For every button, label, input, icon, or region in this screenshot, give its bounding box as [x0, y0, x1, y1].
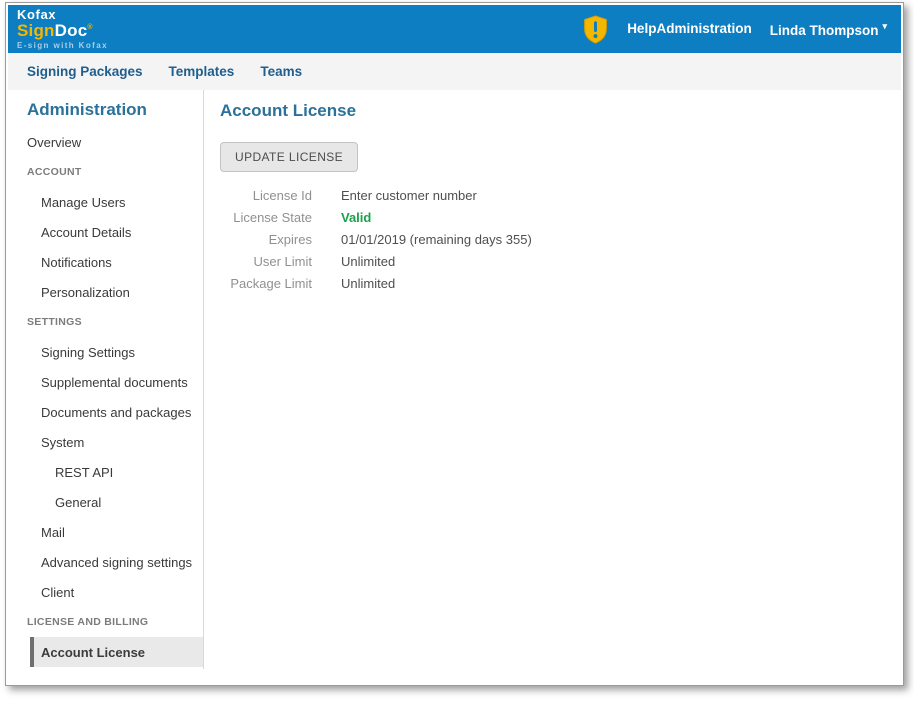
- detail-label: License State: [220, 207, 312, 229]
- sidebar-menu-item[interactable]: Account License: [30, 637, 203, 667]
- license-detail-row: User Limit Unlimited: [220, 251, 881, 273]
- detail-value: Enter customer number: [341, 185, 477, 207]
- logo-product: SignDoc®: [17, 22, 108, 39]
- content-area: Administration OverviewACCOUNTManage Use…: [8, 90, 901, 684]
- sidebar-menu-item[interactable]: Notifications: [8, 247, 203, 277]
- license-details: License IdEnter customer numberLicense S…: [220, 185, 881, 295]
- shield-warning-icon[interactable]: [583, 15, 608, 44]
- detail-value: 01/01/2019 (remaining days 355): [341, 229, 532, 251]
- sidebar-menu-item[interactable]: Manage Users: [8, 187, 203, 217]
- sidebar-title: Administration: [27, 100, 203, 120]
- nav-item[interactable]: Teams: [260, 64, 302, 79]
- sidebar-menu-item[interactable]: System: [8, 427, 203, 457]
- app-header: Kofax SignDoc® E-sign with Kofax HelpAdm…: [8, 5, 901, 53]
- sidebar-menu-item[interactable]: LICENSE AND BILLING: [8, 607, 203, 637]
- header-link[interactable]: Help: [627, 21, 656, 36]
- detail-label: Expires: [220, 229, 312, 251]
- sidebar-menu-item[interactable]: REST API: [8, 457, 203, 487]
- logo-brand: Kofax: [17, 8, 108, 21]
- nav-item[interactable]: Signing Packages: [27, 64, 143, 79]
- sidebar-menu-item[interactable]: General: [8, 487, 203, 517]
- main-panel: Account License UPDATE LICENSE License I…: [204, 90, 901, 295]
- sidebar-menu-item[interactable]: Personalization: [8, 277, 203, 307]
- detail-value: Unlimited: [341, 251, 395, 273]
- detail-value: Unlimited: [341, 273, 395, 295]
- sidebar-menu-item[interactable]: Advanced signing settings: [8, 547, 203, 577]
- header-actions: HelpAdministration Linda Thompson▾: [583, 15, 887, 44]
- detail-label: License Id: [220, 185, 312, 207]
- header-links: HelpAdministration: [627, 20, 752, 38]
- app-window: Kofax SignDoc® E-sign with Kofax HelpAdm…: [5, 2, 904, 686]
- sidebar-menu-item[interactable]: Documents and packages: [8, 397, 203, 427]
- page-title: Account License: [220, 100, 881, 122]
- logo-tagline: E-sign with Kofax: [17, 42, 108, 50]
- kofax-signdoc-logo: Kofax SignDoc® E-sign with Kofax: [17, 8, 108, 50]
- license-detail-row: Package Limit Unlimited: [220, 273, 881, 295]
- sidebar-menu-item[interactable]: Client: [8, 577, 203, 607]
- sidebar-menu-item[interactable]: Account Details: [8, 217, 203, 247]
- header-link[interactable]: Administration: [656, 21, 751, 36]
- detail-value: Valid: [341, 207, 371, 229]
- sidebar-menu-item[interactable]: Mail: [8, 517, 203, 547]
- logo-product-doc: Doc: [55, 21, 88, 40]
- registered-mark-icon: ®: [87, 24, 92, 31]
- sidebar-menu-item[interactable]: Supplemental documents: [8, 367, 203, 397]
- detail-label: Package Limit: [220, 273, 312, 295]
- sidebar-menu-item[interactable]: ACCOUNT: [8, 157, 203, 187]
- user-name: Linda Thompson: [770, 23, 879, 38]
- detail-label: User Limit: [220, 251, 312, 273]
- sidebar-menu: OverviewACCOUNTManage UsersAccount Detai…: [8, 127, 203, 667]
- license-detail-row: License Id Enter customer number: [220, 185, 881, 207]
- sidebar-menu-item[interactable]: Signing Settings: [8, 337, 203, 367]
- chevron-down-icon: ▾: [882, 21, 887, 32]
- nav-item[interactable]: Templates: [169, 64, 235, 79]
- sidebar-menu-item[interactable]: Overview: [8, 127, 203, 157]
- admin-sidebar: Administration OverviewACCOUNTManage Use…: [8, 90, 204, 669]
- update-license-button[interactable]: UPDATE LICENSE: [220, 142, 358, 172]
- main-nav: Signing Packages Templates Teams: [8, 53, 901, 90]
- logo-product-sign: Sign: [17, 21, 55, 40]
- sidebar-menu-item[interactable]: SETTINGS: [8, 307, 203, 337]
- license-detail-row: Expires 01/01/2019 (remaining days 355): [220, 229, 881, 251]
- license-detail-row: License State Valid: [220, 207, 881, 229]
- user-menu[interactable]: Linda Thompson▾: [770, 21, 887, 38]
